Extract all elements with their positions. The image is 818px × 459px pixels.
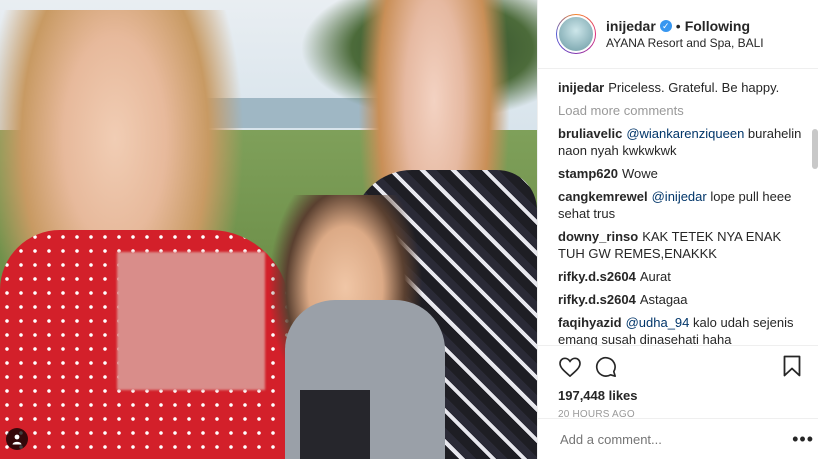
location-link[interactable]: AYANA Resort and Spa, BALI — [606, 36, 764, 50]
load-more-comments-button[interactable]: Load more comments — [558, 102, 808, 119]
photo-child-shirt-panel — [300, 390, 370, 459]
header-username[interactable]: inijedar — [606, 18, 656, 34]
comment-row: rifky.d.s2604 Aurat — [558, 268, 808, 285]
avatar-image — [557, 15, 595, 53]
instagram-post: inijedar ✓ • Following AYANA Resort and … — [0, 0, 818, 459]
comment-username[interactable]: rifky.d.s2604 — [558, 292, 636, 307]
header-line: inijedar ✓ • Following — [606, 18, 764, 34]
comment-row: cangkemrewel @inijedar lope pull heee seh… — [558, 188, 808, 222]
separator-dot: • — [675, 18, 681, 34]
bookmark-glyph — [783, 355, 801, 377]
comment-mention[interactable]: @inijedar — [652, 189, 707, 204]
user-tag-icon[interactable] — [6, 428, 28, 450]
censor-block — [117, 252, 265, 390]
comment-username[interactable]: rifky.d.s2604 — [558, 269, 636, 284]
header-text: inijedar ✓ • Following AYANA Resort and … — [606, 18, 764, 50]
comments-list: inijedar Priceless. Grateful. Be happy. L… — [538, 69, 818, 345]
comment-text: Astagaa — [639, 292, 688, 307]
comment-row: downy_rinso KAK TETEK NYA ENAK TUH GW REM… — [558, 228, 808, 262]
avatar[interactable] — [556, 14, 596, 54]
post-photo[interactable] — [0, 0, 537, 459]
comment-icon[interactable] — [594, 355, 618, 379]
caption-username[interactable]: inijedar — [558, 80, 604, 95]
post-sidebar: inijedar ✓ • Following AYANA Resort and … — [537, 0, 818, 459]
comment-username[interactable]: cangkemrewel — [558, 189, 648, 204]
user-tag-glyph — [12, 434, 22, 445]
icon-row — [558, 354, 801, 380]
caption: inijedar Priceless. Grateful. Be happy. — [558, 79, 808, 96]
comment-username[interactable]: stamp620 — [558, 166, 618, 181]
scrollbar[interactable] — [812, 129, 818, 169]
verified-badge-icon: ✓ — [659, 20, 672, 32]
post-header: inijedar ✓ • Following AYANA Resort and … — [538, 0, 818, 69]
comment-row: bruliavelic @wiankarenziqueen burahelin n… — [558, 125, 808, 159]
more-options-button[interactable]: ••• — [792, 429, 814, 450]
comment-username[interactable]: faqihyazid — [558, 315, 622, 330]
bookmark-icon[interactable] — [780, 354, 804, 378]
comment-container: bruliavelic @wiankarenziqueen burahelin n… — [558, 125, 808, 345]
caption-text: Priceless. Grateful. Be happy. — [608, 80, 780, 95]
comment-text: Aurat — [639, 269, 671, 284]
comment-mention[interactable]: @wiankarenziqueen — [626, 126, 744, 141]
comment-row: rifky.d.s2604 Astagaa — [558, 291, 808, 308]
following-button[interactable]: Following — [685, 18, 750, 34]
add-comment-input[interactable] — [558, 430, 762, 448]
likes-count[interactable]: 197,448 likes — [558, 388, 800, 403]
heart-glyph — [559, 357, 581, 377]
add-comment-bar: ••• — [538, 418, 818, 459]
comment-username[interactable]: downy_rinso — [558, 229, 638, 244]
comment-glyph — [595, 356, 616, 377]
comment-row: faqihyazid @udha_94 kalo udah sejenis ema… — [558, 314, 808, 345]
comment-mention[interactable]: @udha_94 — [626, 315, 690, 330]
heart-icon[interactable] — [558, 355, 582, 379]
comment-text: Wowe — [621, 166, 658, 181]
comment-row: stamp620 Wowe — [558, 165, 808, 182]
comment-username[interactable]: bruliavelic — [558, 126, 622, 141]
